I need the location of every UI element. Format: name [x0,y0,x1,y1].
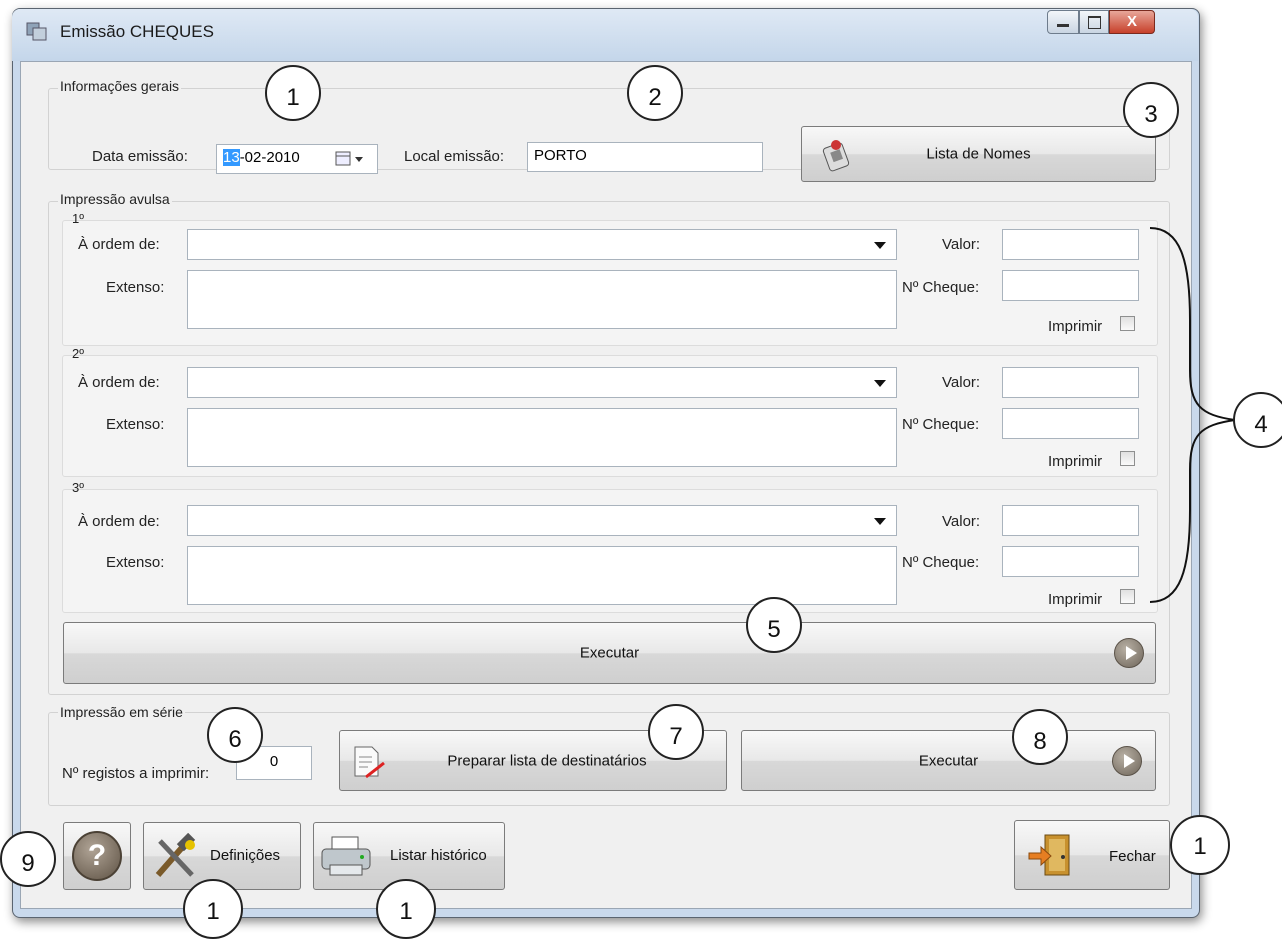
callout-7: 7 [648,704,704,760]
extenso-label: Extenso: [106,416,165,433]
valor-input[interactable] [1002,367,1139,398]
imprimir-checkbox[interactable] [1120,589,1135,604]
ordem-label: À ordem de: [78,374,160,391]
tools-icon [152,832,200,885]
chevron-down-icon [874,242,886,249]
imprimir-checkbox[interactable] [1120,451,1135,466]
chevron-down-icon [874,380,886,387]
chevron-down-icon [874,518,886,525]
cheque-label: Nº Cheque: [902,279,980,296]
play-arrow-icon [1112,746,1142,776]
calendar-icon[interactable] [335,151,367,171]
cheque-input[interactable] [1002,408,1139,439]
imprimir-label: Imprimir [1048,591,1103,608]
close-button[interactable]: X [1109,10,1155,34]
lista-nomes-button[interactable]: Lista de Nomes [801,126,1156,182]
callout-4: 4 [1233,392,1282,448]
cheque-input[interactable] [1002,546,1139,577]
listar-historico-label: Listar histórico [390,847,487,864]
callout-12: 1 [376,879,436,939]
callout-8: 8 [1012,709,1068,765]
entry-index: 2º [72,346,84,361]
valor-label: Valor: [942,513,981,530]
app-icon [26,22,48,42]
ordem-dropdown[interactable] [187,367,897,398]
ordem-dropdown[interactable] [187,229,897,260]
valor-input[interactable] [1002,229,1139,260]
extenso-label: Extenso: [106,554,165,571]
play-arrow-icon [1114,638,1144,668]
local-value: PORTO [534,147,587,164]
local-input[interactable]: PORTO [527,142,763,172]
lista-nomes-label: Lista de Nomes [926,145,1031,163]
executar-single-button[interactable]: Executar [63,622,1156,684]
extenso-textarea[interactable] [187,408,897,467]
callout-2: 2 [627,65,683,121]
date-day-selected: 13 [223,149,240,166]
date-rest: -02-2010 [239,149,300,166]
cheque-input[interactable] [1002,270,1139,301]
callout-5: 5 [746,597,802,653]
imprimir-label: Imprimir [1048,318,1103,335]
general-info-legend: Informações gerais [58,78,182,94]
date-picker[interactable]: 13-02-2010 [216,144,378,174]
valor-label: Valor: [942,374,981,391]
fechar-label: Fechar [1109,848,1156,865]
imprimir-checkbox[interactable] [1120,316,1135,331]
executar-batch-button[interactable]: Executar [741,730,1156,791]
entry-index: 3º [72,480,84,495]
callout-9: 9 [0,831,56,887]
executar-single-label: Executar [579,644,640,662]
exit-door-icon [1027,831,1075,885]
single-print-legend: Impressão avulsa [58,191,172,207]
extenso-textarea[interactable] [187,270,897,329]
cheque-label: Nº Cheque: [902,554,980,571]
window-title: Emissão CHEQUES [60,22,214,41]
callout-10: 1 [1170,815,1230,875]
local-label: Local emissão: [404,148,505,165]
entry-index: 1º [72,211,84,226]
registos-label: Nº registos a imprimir: [62,765,210,782]
date-label: Data emissão: [92,148,188,165]
ordem-dropdown[interactable] [187,505,897,536]
definicoes-label: Definições [210,847,281,864]
callout-3: 3 [1123,82,1179,138]
callout-6: 6 [207,707,263,763]
ordem-label: À ordem de: [78,236,160,253]
callout-1: 1 [265,65,321,121]
maximize-button[interactable] [1079,10,1109,34]
help-button[interactable]: ? [63,822,131,890]
cheque-label: Nº Cheque: [902,416,980,433]
batch-print-legend: Impressão em série [58,704,185,720]
printer-icon [320,835,372,883]
registos-value: 0 [269,753,279,770]
valor-label: Valor: [942,236,981,253]
executar-batch-label: Executar [918,752,979,769]
valor-input[interactable] [1002,505,1139,536]
minimize-button[interactable] [1047,10,1079,34]
ordem-label: À ordem de: [78,513,160,530]
extenso-textarea[interactable] [187,546,897,605]
fechar-button[interactable]: Fechar [1014,820,1170,890]
callout-11: 1 [183,879,243,939]
extenso-label: Extenso: [106,279,165,296]
imprimir-label: Imprimir [1048,453,1103,470]
help-icon: ? [72,831,122,881]
bracket-annotation [1149,227,1236,603]
